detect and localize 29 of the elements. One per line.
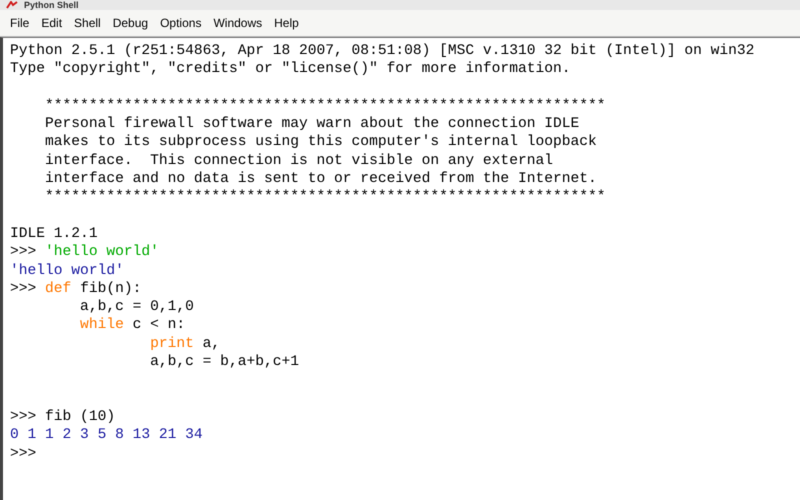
window-title: Python Shell bbox=[24, 0, 79, 10]
shell-line: a,b,c = 0,1,0 bbox=[79, 298, 194, 316]
shell-line: IDLE 1.2.1 bbox=[10, 224, 98, 244]
app-icon bbox=[6, 1, 18, 9]
shell-line: interface. This connection is not visible on any external bbox=[44, 152, 553, 170]
menu-item[interactable]: Options bbox=[154, 16, 208, 30]
shell-line: Type "copyright", "credits" or "license()" for more information. bbox=[10, 60, 570, 79]
shell-line: interface and no data is sent to or received from the Internet. bbox=[44, 170, 597, 188]
shell-line: >>> 'hello world' bbox=[10, 243, 159, 262]
shell-line: >>> fib (10) bbox=[10, 408, 116, 426]
shell-line: Personal firewall software may warn about the connection IDLE bbox=[44, 115, 580, 134]
shell-line: while c < n: bbox=[79, 316, 186, 335]
shell-line: 'hello world' bbox=[10, 262, 124, 280]
menu-item[interactable]: Help bbox=[268, 16, 305, 30]
menu-item[interactable]: File bbox=[4, 16, 36, 30]
shell-line: >>> def fib(n): bbox=[10, 280, 142, 298]
shell-text-area[interactable] bbox=[0, 37, 800, 500]
shell-line: makes to its subprocess using this computer's internal loopback bbox=[44, 133, 597, 152]
shell-line: 0 1 1 2 3 5 8 13 21 34 bbox=[10, 426, 203, 445]
menu-item[interactable]: Edit bbox=[35, 16, 68, 30]
shell-line: **************************************************************** bbox=[44, 96, 606, 116]
shell-line: >>> bbox=[10, 444, 36, 463]
shell-line: Python 2.5.1 (r251:54863, Apr 18 2007, 08:51:08) [MSC v.1310 32 bit (Intel)] on win32 bbox=[10, 42, 754, 60]
menu-item[interactable]: Windows bbox=[207, 16, 268, 30]
shell-line: a,b,c = b,a+b,c+1 bbox=[149, 353, 300, 372]
menu-item[interactable]: Debug bbox=[106, 16, 154, 30]
menu-item[interactable]: Shell bbox=[68, 16, 107, 30]
shell-line: **************************************************************** bbox=[44, 188, 606, 207]
shell-line: print a, bbox=[149, 334, 220, 354]
